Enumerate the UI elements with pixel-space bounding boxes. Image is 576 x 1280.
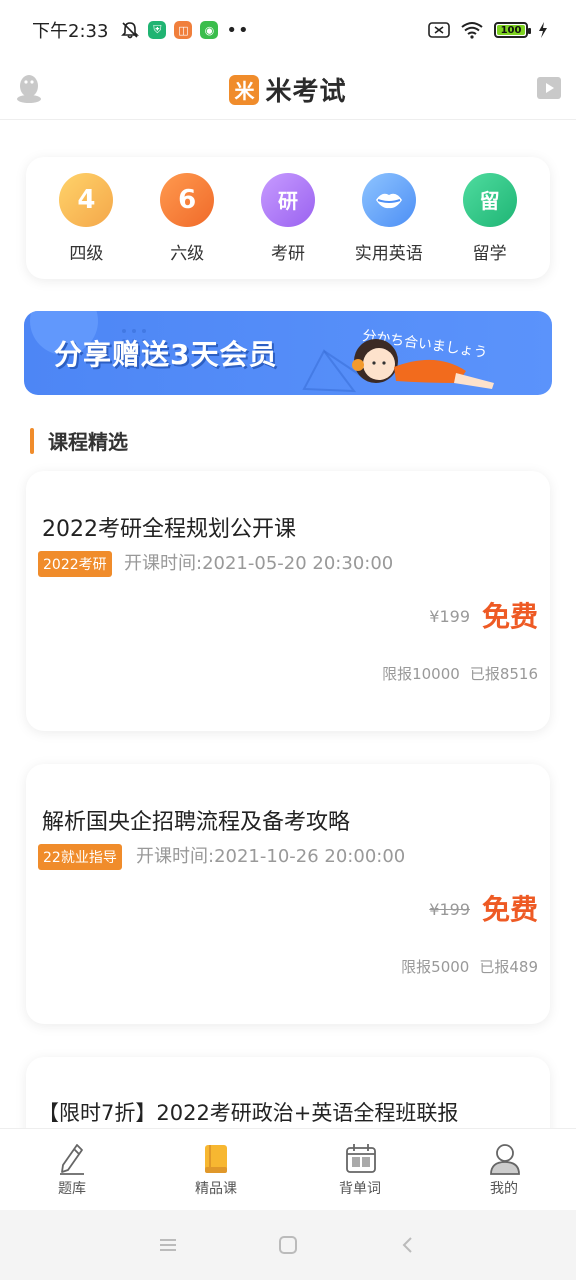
more-notifications-icon: ••	[226, 19, 250, 41]
category-label: 四级	[69, 243, 104, 264]
enroll-limit: 限报10000	[382, 665, 460, 683]
cet4-icon: 4	[59, 172, 114, 227]
nav-mine[interactable]: 我的	[432, 1129, 576, 1210]
enroll-limit: 限报5000	[401, 958, 470, 976]
cet6-icon: 6	[160, 172, 215, 227]
nav-label: 精品课	[195, 1180, 237, 1197]
course-title: 2022考研全程规划公开课	[42, 517, 296, 542]
video-play-icon[interactable]	[536, 75, 562, 101]
nav-question-bank[interactable]: 题库	[0, 1129, 144, 1210]
course-title: 解析国央企招聘流程及备考攻略	[42, 810, 351, 835]
course-card[interactable]: 解析国央企招聘流程及备考攻略 22就业指导 开课时间:2021-10-26 20…	[26, 764, 550, 1024]
back-icon[interactable]	[398, 1235, 418, 1255]
nav-label: 题库	[58, 1180, 86, 1197]
category-kaoyan[interactable]: 研 考研	[243, 172, 333, 264]
category-label: 六级	[170, 243, 205, 264]
nav-premium-courses[interactable]: 精品课	[144, 1129, 288, 1210]
course-start-time: 开课时间:2021-10-26 20:00:00	[136, 846, 406, 867]
nav-label: 背单词	[339, 1180, 381, 1197]
system-nav-bar	[0, 1210, 576, 1280]
category-card: 4 四级 6 六级 研 考研 实用英语 留 留学	[26, 157, 550, 279]
course-start-time: 开课时间:2021-05-20 20:30:00	[124, 553, 394, 574]
status-bar: 下午2:33 ⛨ ◫ ◉ •• 100	[0, 0, 576, 60]
section-title-text: 课程精选	[48, 430, 128, 454]
course-card[interactable]: 2022考研全程规划公开课 2022考研 开课时间:2021-05-20 20:…	[26, 471, 550, 731]
qq-penguin-icon[interactable]	[16, 72, 42, 104]
course-tag: 2022考研	[38, 551, 112, 577]
lips-icon	[361, 172, 416, 227]
status-time: 下午2:33	[32, 21, 109, 42]
nav-label: 我的	[490, 1180, 518, 1197]
original-price: ¥199	[429, 607, 470, 626]
kaoyan-icon: 研	[260, 172, 315, 227]
charging-icon	[539, 22, 547, 38]
share-banner[interactable]: 分享赠送3天会员 分かち合いましょう	[24, 311, 552, 395]
menu-icon[interactable]	[158, 1236, 178, 1254]
current-price: 免费	[481, 600, 538, 633]
enrollment-info: 限报5000 已报489	[401, 956, 538, 977]
cartoon-girl-illustration	[352, 339, 494, 389]
category-label: 考研	[270, 243, 305, 264]
course-title: 【限时7折】2022考研政治+英语全程班联报	[38, 1101, 459, 1125]
user-icon	[490, 1143, 520, 1175]
shield-app-icon: ⛨	[148, 21, 167, 39]
brand-name: 米考试	[265, 77, 347, 107]
status-right: 100	[428, 21, 548, 39]
brand: 米 米考试	[229, 71, 346, 108]
home-icon[interactable]	[278, 1235, 298, 1255]
category-label: 留学	[472, 243, 507, 264]
category-cet4[interactable]: 4 四级	[41, 172, 131, 264]
enrollment-info: 限报10000 已报8516	[382, 663, 538, 684]
course-tag: 22就业指导	[38, 844, 122, 870]
app-header: 米 米考试	[0, 60, 576, 120]
bell-muted-icon	[121, 22, 140, 39]
section-title: 课程精选	[30, 426, 128, 455]
battery-level: 100	[500, 24, 522, 36]
pencil-icon	[60, 1143, 84, 1175]
wifi-icon	[461, 22, 483, 39]
original-price: ¥199	[429, 900, 470, 919]
enroll-count: 已报8516	[469, 665, 538, 683]
current-price: 免费	[481, 893, 538, 926]
section-accent-bar	[30, 427, 34, 454]
enroll-count: 已报489	[479, 958, 538, 976]
bottom-nav: 题库 精品课 背单词 我的	[0, 1128, 576, 1210]
calendar-icon	[346, 1143, 376, 1173]
android-app-icon: ◉	[200, 21, 219, 39]
category-label: 实用英语	[354, 243, 423, 264]
sim-off-icon	[428, 22, 450, 38]
category-study-abroad[interactable]: 留 留学	[445, 172, 535, 264]
status-left: 下午2:33 ⛨ ◫ ◉ ••	[32, 17, 250, 43]
study-abroad-icon: 留	[462, 172, 517, 227]
banner-title: 分享赠送3天会员	[54, 338, 278, 371]
nav-vocabulary[interactable]: 背单词	[288, 1129, 432, 1210]
battery-icon: 100	[494, 22, 531, 38]
category-practical-english[interactable]: 实用英语	[344, 172, 434, 264]
brand-logo: 米	[229, 74, 260, 105]
book-icon	[205, 1144, 227, 1173]
category-cet6[interactable]: 6 六级	[142, 172, 232, 264]
bag-app-icon: ◫	[174, 21, 193, 39]
